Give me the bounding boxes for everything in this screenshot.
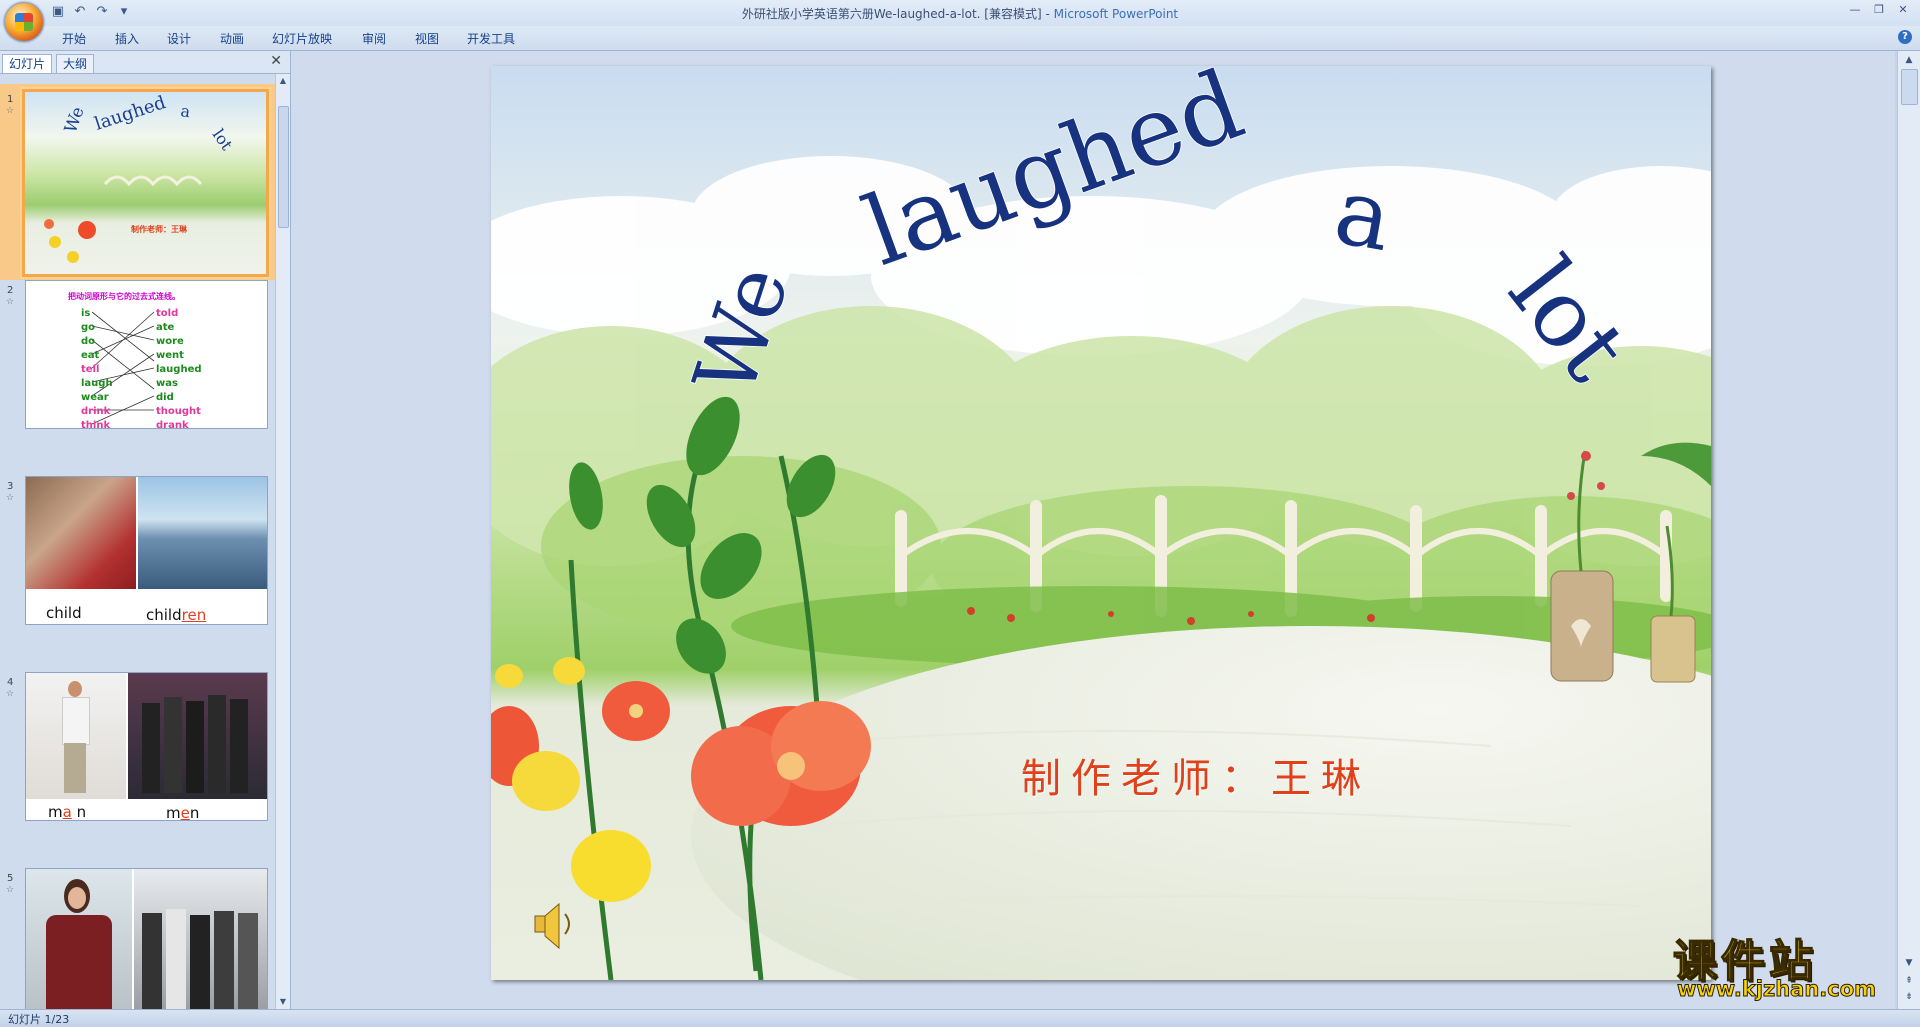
word: drank bbox=[156, 420, 189, 429]
word: thought bbox=[156, 406, 201, 417]
left-word-column: is go do eat tell laugh wear drink think… bbox=[81, 307, 113, 429]
men-photo bbox=[128, 673, 267, 799]
word-men: men bbox=[166, 804, 200, 821]
word-base: child bbox=[146, 606, 182, 624]
minimize-icon[interactable]: — bbox=[1844, 2, 1866, 18]
letter: m bbox=[166, 804, 181, 821]
tab-review[interactable]: 审阅 bbox=[362, 30, 386, 47]
slide-thumbnail-4[interactable]: ma n men bbox=[25, 672, 268, 821]
word-child: child bbox=[46, 604, 82, 622]
title-bar: ▣ ↶ ↷ ▾ 外研社版小学英语第六册We-laughed-a-lot. [兼容… bbox=[0, 0, 1920, 42]
women-photo bbox=[134, 869, 267, 1009]
svg-text:制作老师：王琳: 制作老师：王琳 bbox=[131, 224, 188, 234]
word: tell bbox=[81, 364, 100, 375]
word: laughed bbox=[156, 364, 202, 375]
matching-lines bbox=[91, 311, 155, 425]
word: went bbox=[156, 350, 184, 361]
slide-number: 3 bbox=[7, 481, 14, 492]
scroll-thumb[interactable] bbox=[278, 106, 289, 228]
word-suffix: ren bbox=[181, 606, 207, 624]
svg-text:a: a bbox=[179, 101, 192, 121]
close-icon[interactable]: ✕ bbox=[1892, 2, 1914, 18]
animation-star-icon: ☆ bbox=[6, 493, 15, 503]
tab-slideshow[interactable]: 幻灯片放映 bbox=[272, 30, 332, 47]
tab-design[interactable]: 设计 bbox=[167, 30, 191, 47]
office-logo-icon bbox=[15, 13, 33, 31]
word: do bbox=[81, 336, 96, 347]
ribbon-tabs: 开始 插入 设计 动画 幻灯片放映 审阅 视图 开发工具 ? bbox=[0, 26, 1920, 51]
word: think bbox=[81, 420, 111, 429]
svg-text:laughed: laughed bbox=[92, 92, 168, 135]
thumbnail-scrollbar[interactable]: ▲ ▼ bbox=[275, 74, 290, 1009]
word: was bbox=[156, 378, 178, 389]
scroll-up-icon[interactable]: ▲ bbox=[1903, 54, 1915, 66]
window-controls: — ❐ ✕ bbox=[1844, 2, 1914, 18]
woman-photo bbox=[26, 869, 132, 1009]
status-bar: 幻灯片 1/23 bbox=[0, 1009, 1920, 1026]
man-photo bbox=[26, 673, 126, 799]
office-button[interactable] bbox=[4, 2, 44, 42]
word: wore bbox=[156, 336, 184, 347]
animation-star-icon: ☆ bbox=[6, 106, 15, 116]
slide-thumbnail-3[interactable]: child children bbox=[25, 476, 268, 625]
document-title: 外研社版小学英语第六册We-laughed-a-lot. [兼容模式] - bbox=[741, 7, 1054, 21]
animation-star-icon: ☆ bbox=[6, 297, 15, 307]
word-man: ma n bbox=[48, 803, 87, 821]
scroll-up-icon[interactable]: ▲ bbox=[278, 76, 288, 86]
slide-number: 4 bbox=[7, 677, 14, 688]
animation-star-icon: ☆ bbox=[6, 689, 15, 699]
slide-number: 5 bbox=[7, 873, 14, 884]
word: go bbox=[81, 322, 96, 333]
help-icon[interactable]: ? bbox=[1898, 30, 1912, 44]
slide-thumbnail-list: 1 ☆ We laughed a lot 制作老师：王琳 2 ☆ 把动词原形与它… bbox=[0, 74, 276, 1009]
letter: n bbox=[189, 804, 200, 821]
word: ate bbox=[156, 322, 175, 333]
tab-animations[interactable]: 动画 bbox=[220, 30, 244, 47]
tab-developer[interactable]: 开发工具 bbox=[467, 30, 515, 47]
tab-outline[interactable]: 大纲 bbox=[56, 54, 95, 73]
scroll-down-icon[interactable]: ▼ bbox=[278, 997, 288, 1007]
slide-number: 1 bbox=[7, 94, 14, 105]
letter: m bbox=[48, 803, 63, 821]
slide-background: We laughed a lot bbox=[491, 66, 1711, 980]
word: did bbox=[156, 392, 174, 403]
slide-thumbnail-1[interactable]: We laughed a lot 制作老师：王琳 bbox=[22, 89, 269, 277]
word-children: children bbox=[146, 606, 206, 624]
right-word-column: told ate wore went laughed was did thoug… bbox=[156, 307, 202, 429]
animation-star-icon: ☆ bbox=[6, 885, 15, 895]
word: wear bbox=[81, 392, 109, 403]
site-watermark: 课件站 www.kjzhan.com bbox=[1669, 925, 1905, 1005]
slide-thumbnail-5[interactable] bbox=[25, 868, 268, 1009]
scroll-thumb[interactable] bbox=[1901, 69, 1918, 105]
slide-number: 2 bbox=[7, 285, 14, 296]
tab-insert[interactable]: 插入 bbox=[115, 30, 139, 47]
tab-slides[interactable]: 幻灯片 bbox=[2, 54, 53, 73]
tab-home[interactable]: 开始 bbox=[62, 30, 86, 47]
child-photo bbox=[26, 477, 136, 589]
word: is bbox=[81, 308, 91, 319]
letter: n bbox=[76, 803, 87, 821]
letter: a bbox=[62, 803, 72, 821]
svg-text:lot: lot bbox=[209, 125, 237, 154]
window-title: 外研社版小学英语第六册We-laughed-a-lot. [兼容模式] - Mi… bbox=[0, 5, 1920, 22]
slides-pane: 幻灯片 大纲 ✕ 1 ☆ We laughed a lot 制作老师：王琳 2 bbox=[0, 51, 291, 1009]
thumbnail-art: We laughed a lot 制作老师：王琳 bbox=[44, 92, 237, 263]
tab-view[interactable]: 视图 bbox=[415, 30, 439, 47]
pane-tabs: 幻灯片 大纲 ✕ bbox=[0, 51, 290, 74]
maximize-icon[interactable]: ❐ bbox=[1868, 2, 1890, 18]
children-photo bbox=[138, 477, 267, 589]
letter: e bbox=[180, 804, 190, 821]
word: drink bbox=[81, 406, 111, 417]
editor-scrollbar[interactable]: ▲ ▼ ⇞ ⇟ bbox=[1897, 51, 1920, 1009]
watermark-url: www.kjzhan.com bbox=[1676, 977, 1877, 1002]
svg-text:We: We bbox=[61, 104, 89, 135]
word: laugh bbox=[81, 378, 113, 389]
author-line: 制作老师：王琳 bbox=[1021, 756, 1371, 802]
app-name: Microsoft PowerPoint bbox=[1053, 7, 1179, 21]
close-pane-icon[interactable]: ✕ bbox=[270, 53, 282, 69]
word: eat bbox=[81, 350, 100, 361]
current-slide[interactable]: We laughed a lot 制作老师：王琳 bbox=[491, 66, 1711, 980]
word: told bbox=[156, 308, 179, 319]
slide-thumbnail-2[interactable]: 把动词原形与它的过去式连线。 is go do eat tell laugh w… bbox=[25, 280, 268, 429]
